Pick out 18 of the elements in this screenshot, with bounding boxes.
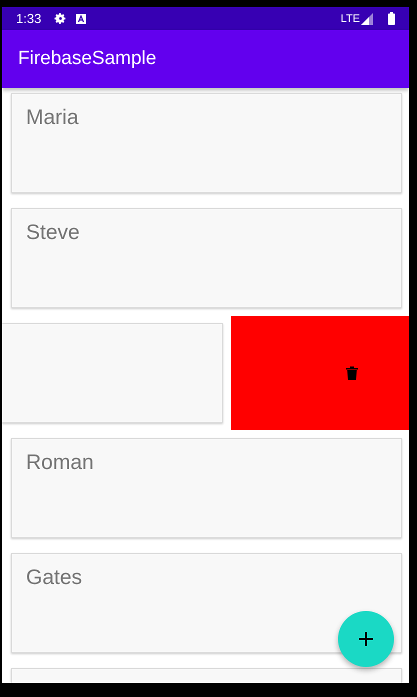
gear-icon [54, 12, 68, 25]
a-icon [76, 14, 86, 24]
delete-background[interactable] [231, 316, 409, 430]
battery-icon [388, 12, 395, 25]
item-card[interactable]: Steve [11, 208, 402, 308]
item-name: Roman [26, 451, 94, 474]
app-title: FirebaseSample [18, 48, 156, 70]
item-name: Maria [26, 106, 79, 129]
signal-icon [361, 12, 373, 24]
item-card[interactable]: Gates [11, 553, 402, 653]
item-name: Steve [26, 221, 80, 244]
trash-icon [346, 366, 358, 380]
item-name: Gates [26, 566, 82, 589]
network-type: LTE [340, 12, 360, 24]
status-time: 1:33 [16, 11, 42, 26]
item-card[interactable]: Maria [11, 93, 402, 193]
plus-icon [359, 632, 373, 646]
item-card[interactable]: Roman [11, 438, 402, 538]
